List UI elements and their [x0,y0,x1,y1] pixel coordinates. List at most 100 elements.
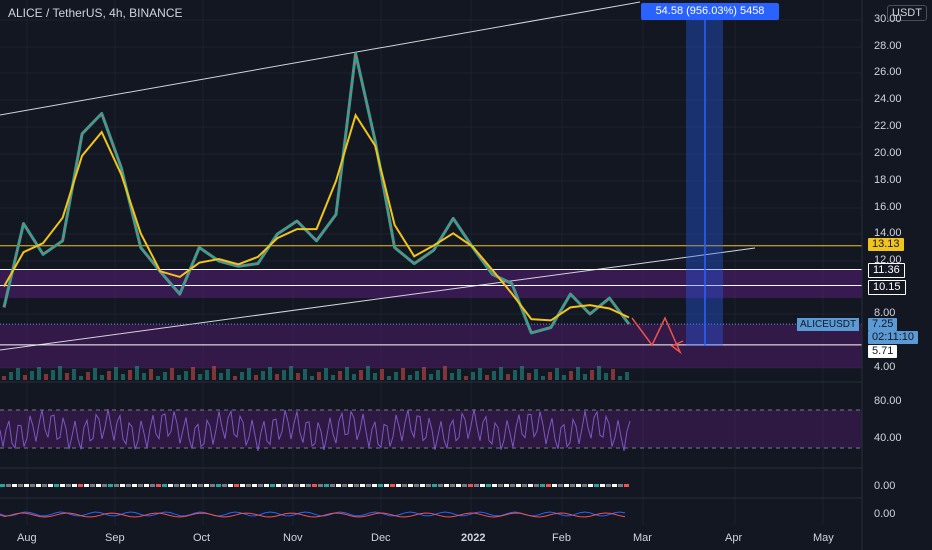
indicator-dot-0 [0,484,5,487]
indicator-dot-15 [90,484,95,487]
chart-canvas[interactable] [0,0,932,550]
volume-bar-40 [282,370,286,380]
measure-label: 54.58 (956.03%) 5458 [641,3,779,20]
indicator-dot-29 [174,484,179,487]
volume-bar-31 [219,373,223,380]
indicator-dot-18 [108,484,113,487]
indicator-dot-46 [276,484,281,487]
volume-bar-59 [415,371,419,380]
volume-bar-10 [72,369,76,380]
indicator-dot-47 [282,484,287,487]
volume-bar-35 [247,368,251,380]
volume-bar-36 [254,375,258,380]
indicator-dot-56 [336,484,341,487]
indicator-dot-54 [324,484,329,487]
price-label-571: 5.71 [868,345,898,358]
volume-bar-64 [450,373,454,380]
y-tick-label: 12.00 [874,254,902,266]
indicator-dot-49 [294,484,299,487]
volume-bar-54 [380,369,384,380]
y-tick-label: 28.00 [874,40,902,52]
indicator-dot-103 [618,484,623,487]
y-tick-label: 20.00 [874,147,902,159]
y-tick-label: 18.00 [874,174,902,186]
volume-bar-41 [289,366,293,380]
volume-bar-58 [408,375,412,380]
volume-bar-85 [597,366,601,380]
current-price-label: 7.25 [868,318,898,331]
indicator-dot-64 [384,484,389,487]
volume-bar-87 [611,369,615,380]
indicator-dot-63 [378,484,383,487]
volume-bar-20 [142,373,146,380]
volume-bar-72 [506,374,510,380]
volume-bar-5 [37,367,41,380]
indicator-dot-9 [54,484,59,487]
indicator-dot-5 [30,484,35,487]
indicator-dot-71 [426,484,431,487]
indicator-dot-65 [390,484,395,487]
indicator-tick-1: 0.00 [874,480,896,492]
y-tick-label: 30.00 [874,13,902,25]
zone-lower [0,324,862,368]
indicator-dot-100 [600,484,605,487]
volume-bar-61 [429,374,433,380]
volume-bar-4 [30,371,34,380]
volume-bar-44 [310,376,314,380]
volume-bar-83 [583,374,587,380]
volume-bar-62 [436,370,440,380]
rsi-tick-40: 40.00 [874,432,902,444]
indicator-dot-73 [438,484,443,487]
indicator-dot-55 [330,484,335,487]
indicator-dot-31 [186,484,191,487]
indicator-dot-21 [126,484,131,487]
volume-bar-0 [2,376,6,380]
indicator-dot-24 [144,484,149,487]
volume-bar-13 [93,368,97,380]
volume-bar-76 [534,369,538,380]
volume-bar-51 [359,370,363,380]
volume-bar-77 [541,376,545,380]
indicator-dot-37 [222,484,227,487]
x-tick-label: 2022 [461,532,486,544]
indicator-dot-35 [210,484,215,487]
indicator-dot-67 [402,484,407,487]
indicator-dot-75 [450,484,455,487]
indicator-dot-97 [582,484,587,487]
y-tick-label: 26.00 [874,66,902,78]
indicator-dot-33 [198,484,203,487]
indicator-dot-30 [180,484,185,487]
volume-bar-42 [296,373,300,380]
volume-bar-56 [394,372,398,380]
volume-bar-69 [485,375,489,380]
x-tick-label: Feb [552,532,571,544]
x-tick-label: Aug [17,532,37,544]
indicator-dot-39 [234,484,239,487]
indicator-dot-19 [114,484,119,487]
indicator-dot-104 [624,484,629,487]
volume-bar-55 [387,376,391,380]
indicator-dot-44 [264,484,269,487]
indicator-dot-7 [42,484,47,487]
indicator-dot-51 [306,484,311,487]
oscillator-line-1 [0,511,626,517]
indicator-dot-68 [408,484,413,487]
indicator-dot-84 [504,484,509,487]
indicator-dot-28 [168,484,173,487]
indicator-dot-10 [60,484,65,487]
volume-bar-1 [9,372,13,380]
volume-bar-73 [513,370,517,380]
volume-bar-26 [184,371,188,380]
volume-bar-16 [114,367,118,380]
rsi-band [0,410,862,448]
indicator-dot-94 [564,484,569,487]
indicator-dot-4 [24,484,29,487]
volume-bar-52 [366,366,370,380]
volume-bar-50 [352,374,356,380]
countdown-label: 02:11:10 [868,331,919,344]
volume-bar-22 [156,376,160,380]
indicator-dot-22 [132,484,137,487]
volume-bar-79 [555,368,559,380]
x-tick-label: Sep [105,532,125,544]
volume-bar-71 [499,367,503,380]
